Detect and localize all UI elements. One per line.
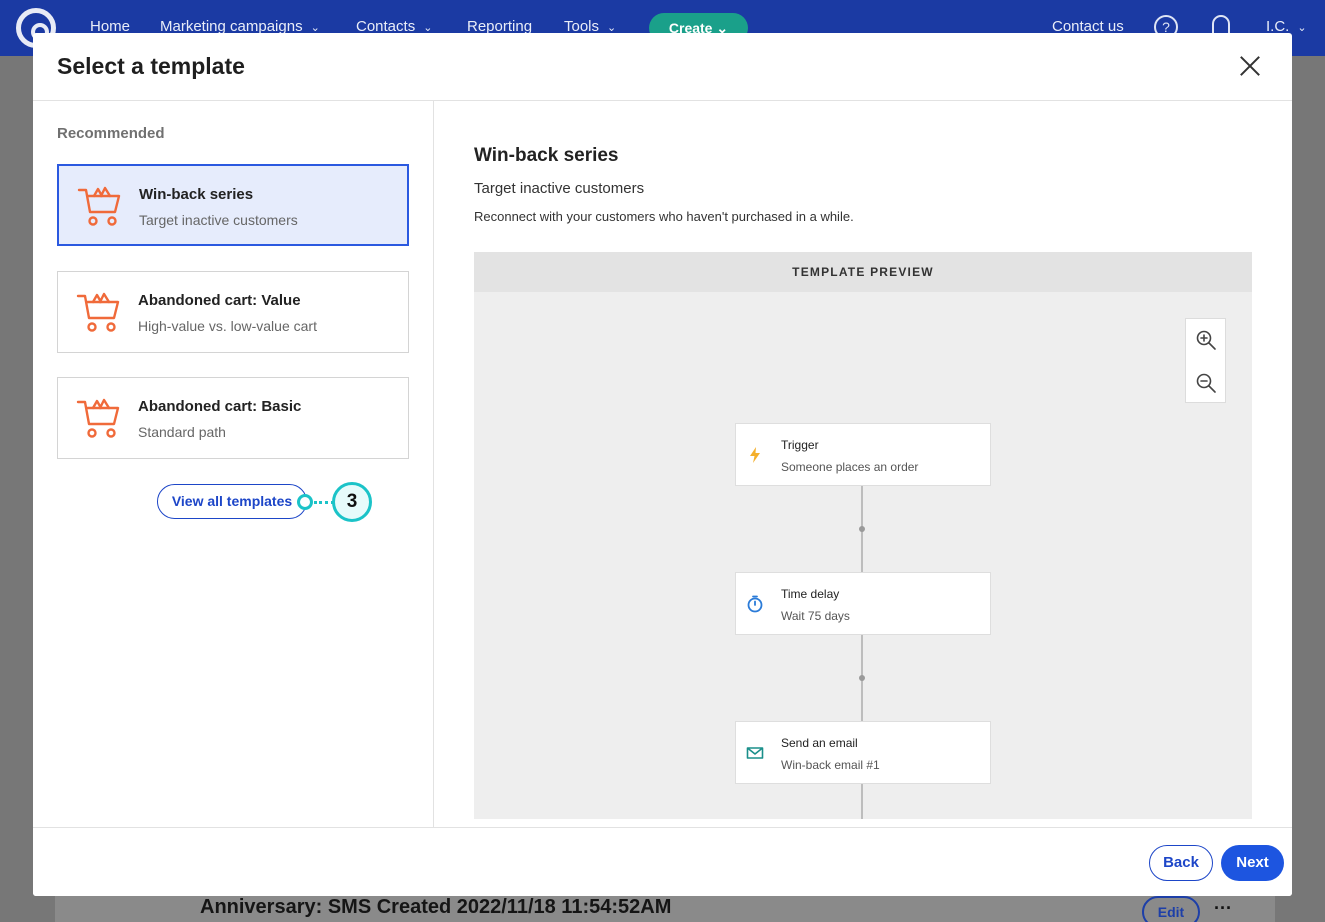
flow-node-time-delay[interactable]: Time delay Wait 75 days: [735, 572, 991, 635]
callout-connector: [314, 501, 334, 504]
flow-connector: [861, 784, 863, 819]
flow-node-title: Time delay: [781, 587, 840, 601]
back-button[interactable]: Back: [1149, 845, 1213, 881]
shopping-cart-icon: [76, 398, 120, 438]
recommended-label: Recommended: [57, 125, 165, 142]
select-template-modal: Select a template Recommended Win-back s…: [33, 33, 1292, 896]
view-all-templates-button[interactable]: View all templates: [157, 484, 307, 519]
callout-pointer: [297, 494, 313, 510]
flow-connector-dot: [859, 526, 865, 532]
template-description: Standard path: [138, 424, 226, 440]
template-card-win-back[interactable]: Win-back series Target inactive customer…: [57, 164, 409, 246]
close-icon[interactable]: [1235, 51, 1265, 81]
flow-node-subtitle: Someone places an order: [781, 460, 919, 474]
shopping-cart-icon: [77, 186, 121, 226]
template-preview[interactable]: TEMPLATE PREVIEW Trigger Someone places …: [474, 252, 1252, 819]
flow-node-title: Send an email: [781, 736, 858, 750]
template-name: Win-back series: [139, 186, 254, 203]
flow-node-trigger[interactable]: Trigger Someone places an order: [735, 423, 991, 486]
chevron-down-icon: ⌄: [1297, 22, 1307, 34]
modal-title: Select a template: [57, 53, 245, 79]
stopwatch-icon: [747, 595, 763, 613]
template-preview-header: TEMPLATE PREVIEW: [474, 252, 1252, 292]
template-card-abandoned-cart-basic[interactable]: Abandoned cart: Basic Standard path: [57, 377, 409, 459]
template-list-pane: Recommended Win-back series Target inact…: [33, 101, 434, 828]
zoom-in-icon[interactable]: [1195, 329, 1217, 351]
background-edit-button[interactable]: Edit: [1142, 896, 1200, 922]
detail-description: Reconnect with your customers who haven'…: [474, 209, 854, 224]
zoom-controls: [1185, 318, 1226, 403]
flow-node-subtitle: Win-back email #1: [781, 758, 880, 772]
flow-node-subtitle: Wait 75 days: [781, 609, 850, 623]
lightning-icon: [750, 447, 760, 463]
flow-node-send-email[interactable]: Send an email Win-back email #1: [735, 721, 991, 784]
template-description: High-value vs. low-value cart: [138, 318, 317, 334]
template-card-abandoned-cart-value[interactable]: Abandoned cart: Value High-value vs. low…: [57, 271, 409, 353]
callout-step-badge: 3: [332, 482, 372, 522]
background-campaign-title: Anniversary: SMS Created 2022/11/18 11:5…: [200, 896, 672, 918]
flow-node-title: Trigger: [781, 438, 819, 452]
template-name: Abandoned cart: Basic: [138, 398, 302, 415]
more-options-icon[interactable]: ···: [1214, 898, 1232, 919]
zoom-out-icon[interactable]: [1195, 372, 1217, 394]
template-description: Target inactive customers: [139, 212, 298, 228]
flow-connector-dot: [859, 675, 865, 681]
shopping-cart-icon: [76, 292, 120, 332]
template-name: Abandoned cart: Value: [138, 292, 301, 309]
next-button[interactable]: Next: [1221, 845, 1284, 881]
envelope-icon: [746, 747, 764, 759]
detail-subtitle: Target inactive customers: [474, 180, 645, 197]
template-detail-pane: Win-back series Target inactive customer…: [434, 101, 1292, 828]
bell-icon[interactable]: [1212, 15, 1230, 35]
modal-footer: Back Next: [33, 827, 1292, 896]
modal-header: Select a template: [33, 33, 1292, 101]
detail-title: Win-back series: [474, 145, 619, 166]
